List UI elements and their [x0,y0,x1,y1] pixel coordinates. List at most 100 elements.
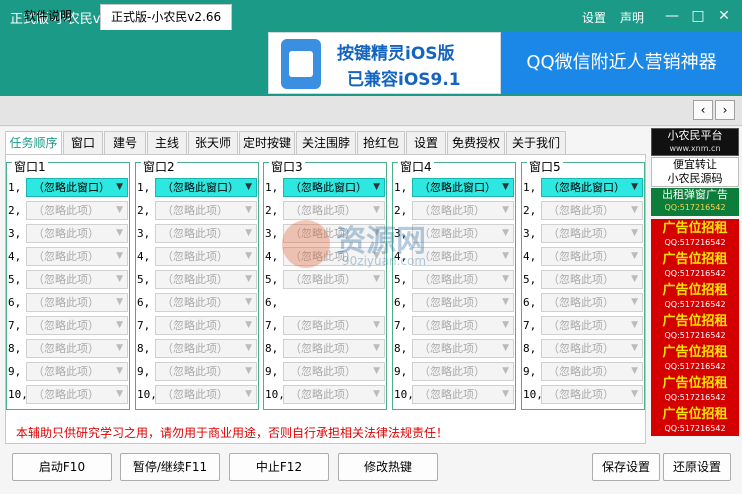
combo-value: （忽略此项） [419,388,485,401]
task-select-combo[interactable]: （忽略此项） ▼ [26,385,128,404]
combo-value: （忽略此项） [33,250,99,263]
tab-task-order[interactable]: 任务顺序 [5,131,62,155]
banner-ad-qq[interactable]: QQ微信附近人营销神器 [501,32,742,94]
tab-software-info[interactable]: 软件说明 [14,4,82,30]
tab-follow-weibo[interactable]: 关注围脖 [296,131,356,155]
task-select-combo[interactable]: （忽略此项） ▼ [155,247,257,266]
tab-main-version[interactable]: 正式版-小农民v2.66 [100,4,233,30]
tab-window[interactable]: 窗口 [63,131,103,155]
task-select-combo[interactable]: （忽略此项） ▼ [26,201,128,220]
dropdown-arrow-icon: ▼ [631,274,638,284]
resell-source-ad[interactable]: 便宜转让 小农民源码 [651,157,739,187]
tab-create-account[interactable]: 建号 [104,131,146,155]
window-select-combo[interactable]: （忽略此窗口） ▼ [283,178,385,197]
row-number-label: 10, [265,388,285,401]
row-number-label: 7, [137,319,151,332]
row-number-label: 6, [8,296,22,309]
combo-value: （忽略此项） [33,227,99,240]
ad-slot-tile[interactable]: 广告位招租 QQ:517216542 [651,374,739,405]
window-select-combo[interactable]: （忽略此窗口） ▼ [155,178,257,197]
ad-slot-tile[interactable]: 广告位招租 QQ:517216542 [651,343,739,374]
tab-grab-redpacket[interactable]: 抢红包 [357,131,405,155]
tab-timed-keys[interactable]: 定时按键 [239,131,295,155]
banner-ad-ios[interactable]: 按键精灵iOS版 已兼容iOS9.1 [268,32,501,94]
platform-badge[interactable]: 小农民平台 www.xnm.cn [651,128,739,156]
task-select-combo[interactable]: （忽略此项） ▼ [541,293,643,312]
stop-button[interactable]: 中止F12 [229,453,329,481]
window-group-title: 窗口1 [12,160,48,174]
ad-slot-tile[interactable]: 广告位招租 QQ:517216542 [651,405,739,436]
task-select-combo[interactable]: （忽略此项） ▼ [283,339,385,358]
task-select-combo[interactable]: （忽略此项） ▼ [541,362,643,381]
task-select-combo[interactable]: （忽略此项） ▼ [283,316,385,335]
combo-value: （忽略此项） [419,273,485,286]
dropdown-arrow-icon: ▼ [502,366,509,376]
tab-free-license[interactable]: 免费授权 [447,131,505,155]
task-select-combo[interactable]: （忽略此项） ▼ [541,316,643,335]
task-select-combo[interactable]: （忽略此项） ▼ [155,316,257,335]
tab-settings[interactable]: 设置 [406,131,446,155]
window-select-combo[interactable]: （忽略此窗口） ▼ [26,178,128,197]
close-icon[interactable]: ✕ [714,6,734,26]
tab-scroll-right-icon[interactable]: › [715,100,735,120]
row-number-label: 9, [523,365,537,378]
task-select-combo[interactable]: （忽略此项） ▼ [541,385,643,404]
window-select-combo[interactable]: （忽略此窗口） ▼ [541,178,643,197]
rent-popup-ad[interactable]: 出租弹窗广告 QQ:517216542 [651,188,739,216]
task-select-combo[interactable]: （忽略此项） ▼ [541,339,643,358]
ad-slot-tile[interactable]: 广告位招租 QQ:517216542 [651,281,739,312]
row-number-label: 8, [265,342,279,355]
edit-hotkeys-button[interactable]: 修改热键 [338,453,438,481]
row-number-label: 2, [523,204,537,217]
task-select-combo[interactable]: （忽略此项） ▼ [26,224,128,243]
task-select-combo[interactable]: （忽略此项） ▼ [155,339,257,358]
save-settings-button[interactable]: 保存设置 [592,453,660,481]
combo-value: （忽略此项） [290,273,356,286]
ad-slot-tile[interactable]: 广告位招租 QQ:517216542 [651,250,739,281]
task-select-combo[interactable]: （忽略此项） ▼ [26,270,128,289]
row-number-label: 9, [394,365,408,378]
task-select-combo[interactable]: （忽略此项） ▼ [155,270,257,289]
task-select-combo[interactable]: （忽略此项） ▼ [283,362,385,381]
statement-link[interactable]: 声明 [620,9,644,26]
ad-slot-label: 广告位招租 [662,407,728,422]
tab-scroll-left-icon[interactable]: ‹ [693,100,713,120]
maximize-icon[interactable]: □ [688,6,708,26]
task-select-combo[interactable]: （忽略此项） ▼ [26,293,128,312]
task-select-combo[interactable]: （忽略此项） ▼ [26,339,128,358]
window-select-combo[interactable]: （忽略此窗口） ▼ [412,178,514,197]
task-select-combo[interactable]: （忽略此项） ▼ [26,362,128,381]
task-select-combo[interactable]: （忽略此项） ▼ [155,385,257,404]
task-select-combo[interactable]: （忽略此项） ▼ [155,293,257,312]
task-select-combo[interactable]: （忽略此项） ▼ [26,247,128,266]
task-select-combo[interactable]: （忽略此项） ▼ [541,201,643,220]
task-select-combo[interactable]: （忽略此项） ▼ [412,293,514,312]
settings-link[interactable]: 设置 [582,9,606,26]
start-button[interactable]: 启动F10 [12,453,112,481]
restore-settings-button[interactable]: 还原设置 [663,453,731,481]
row-number-label: 9, [137,365,151,378]
task-select-combo[interactable]: （忽略此项） ▼ [541,224,643,243]
task-select-combo[interactable]: （忽略此项） ▼ [155,201,257,220]
task-select-combo[interactable]: （忽略此项） ▼ [283,385,385,404]
task-select-combo[interactable]: （忽略此项） ▼ [412,362,514,381]
combo-value: （忽略此项） [33,296,99,309]
task-select-combo[interactable]: （忽略此项） ▼ [541,247,643,266]
task-select-combo[interactable]: （忽略此项） ▼ [26,316,128,335]
tab-zhang-tianshi[interactable]: 张天师 [188,131,238,155]
pause-resume-button[interactable]: 暂停/继续F11 [120,453,220,481]
ad-slot-tile[interactable]: 广告位招租 QQ:517216542 [651,312,739,343]
task-select-combo[interactable]: （忽略此项） ▼ [155,224,257,243]
task-select-combo[interactable]: （忽略此项） ▼ [541,270,643,289]
ad-slot-tile[interactable]: 广告位招租 QQ:517216542 [651,219,739,250]
task-select-combo[interactable]: （忽略此项） ▼ [412,339,514,358]
task-select-combo[interactable]: （忽略此项） ▼ [412,385,514,404]
tab-main-quest[interactable]: 主线 [147,131,187,155]
tab-about-us[interactable]: 关于我们 [506,131,566,155]
minimize-icon[interactable]: — [662,6,682,26]
combo-value: （忽略此项） [548,319,614,332]
task-select-combo[interactable]: （忽略此项） ▼ [155,362,257,381]
disclaimer-text: 本辅助只供研究学习之用，请勿用于商业用途，否则自行承担相关法律法规责任！ [16,426,449,440]
task-select-combo[interactable]: （忽略此项） ▼ [412,316,514,335]
dropdown-arrow-icon: ▼ [245,366,252,376]
